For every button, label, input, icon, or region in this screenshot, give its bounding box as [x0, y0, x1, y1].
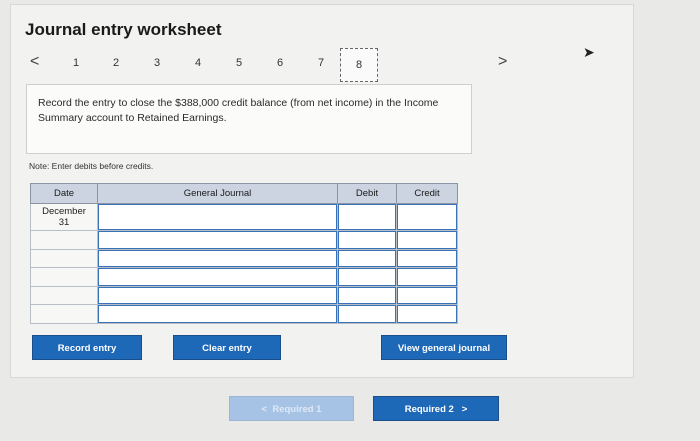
debit-input[interactable] [337, 304, 397, 324]
step-5[interactable]: 5 [232, 57, 246, 69]
credit-input[interactable] [396, 267, 458, 287]
date-cell-empty [30, 285, 98, 305]
debit-input[interactable] [337, 285, 397, 305]
date-cell-empty [30, 230, 98, 250]
step-7[interactable]: 7 [314, 57, 328, 69]
table-row [30, 285, 458, 305]
required-2-button[interactable]: Required 2 > [373, 396, 499, 421]
header-date: Date [30, 183, 98, 204]
table-row [30, 248, 458, 268]
account-input[interactable] [97, 304, 338, 324]
record-entry-button[interactable]: Record entry [32, 335, 142, 360]
date-cell: December 31 [30, 203, 98, 231]
table-row: December 31 [30, 203, 458, 231]
account-input[interactable] [97, 285, 338, 305]
credit-input[interactable] [396, 304, 458, 324]
table-row [30, 304, 458, 324]
step-4[interactable]: 4 [191, 57, 205, 69]
date-cell-empty [30, 304, 98, 324]
account-input[interactable] [97, 230, 338, 250]
step-6[interactable]: 6 [273, 57, 287, 69]
debit-input[interactable] [337, 248, 397, 268]
instruction-box: Record the entry to close the $388,000 c… [26, 84, 472, 154]
credit-input[interactable] [396, 230, 458, 250]
account-input[interactable] [97, 267, 338, 287]
credit-input[interactable] [396, 203, 458, 231]
debit-input[interactable] [337, 203, 397, 231]
chevron-right-icon: > [461, 404, 468, 415]
credit-input[interactable] [396, 248, 458, 268]
clear-entry-button[interactable]: Clear entry [173, 335, 281, 360]
step-2[interactable]: 2 [109, 57, 123, 69]
note-text: Note: Enter debits before credits. [29, 161, 154, 171]
account-input[interactable] [97, 203, 338, 231]
journal-table: Date General Journal Debit Credit Decemb… [30, 183, 458, 324]
account-input[interactable] [97, 248, 338, 268]
prev-step-arrow[interactable]: < [30, 53, 39, 71]
mouse-cursor-icon: ➤ [583, 44, 595, 60]
next-step-arrow[interactable]: > [498, 53, 507, 71]
header-debit: Debit [337, 183, 397, 204]
step-1[interactable]: 1 [69, 57, 83, 69]
credit-input[interactable] [396, 285, 458, 305]
required-1-button[interactable]: < Required 1 [229, 396, 354, 421]
date-cell-empty [30, 267, 98, 287]
required-2-label: Required 2 [404, 404, 454, 415]
worksheet-title: Journal entry worksheet [25, 20, 222, 39]
header-credit: Credit [396, 183, 458, 204]
step-3[interactable]: 3 [150, 57, 164, 69]
chevron-left-icon: < [261, 404, 268, 415]
table-row [30, 267, 458, 287]
header-general-journal: General Journal [97, 183, 338, 204]
step-8-active[interactable]: 8 [340, 48, 378, 82]
required-1-label: Required 1 [272, 404, 322, 415]
step-navigation: < 1 2 3 4 5 6 7 8 > [0, 48, 700, 82]
date-cell-empty [30, 248, 98, 268]
view-general-journal-button[interactable]: View general journal [381, 335, 507, 360]
table-row [30, 230, 458, 250]
debit-input[interactable] [337, 267, 397, 287]
debit-input[interactable] [337, 230, 397, 250]
